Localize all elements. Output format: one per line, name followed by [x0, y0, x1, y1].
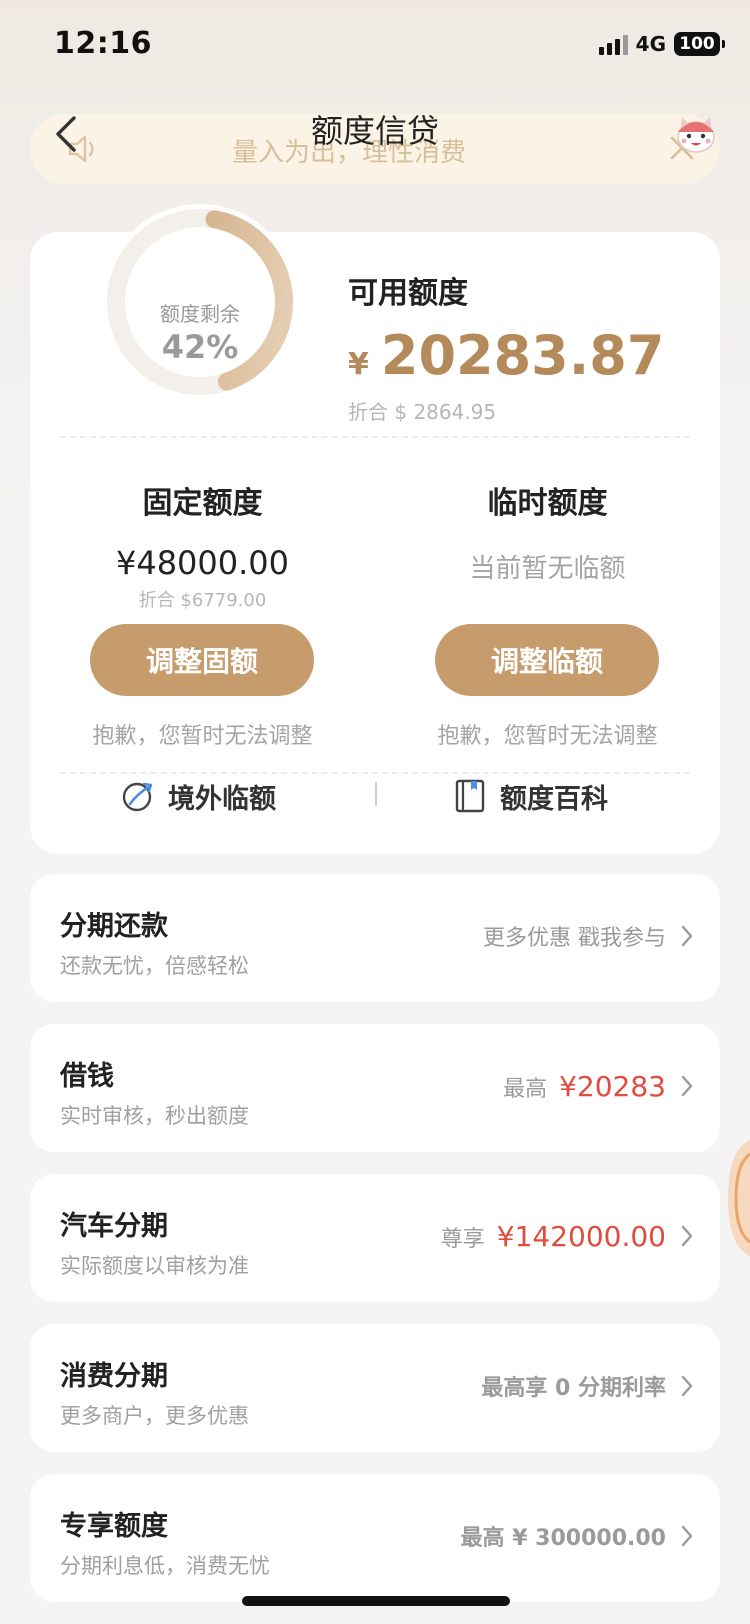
row-promo-label: 最高享 0 分期利率 [481, 1376, 666, 1401]
row-promo-label: 尊享 [440, 1227, 485, 1252]
home-indicator [242, 1596, 510, 1606]
link-divider [375, 782, 377, 806]
row-subtitle: 实际额度以审核为准 [60, 1254, 249, 1278]
list-item-consumer-installment[interactable]: 消费分期 更多商户，更多优惠 最高享 0 分期利率 [30, 1324, 720, 1452]
row-title: 消费分期 [60, 1361, 168, 1392]
status-bar: 12:16 4G 100 [0, 0, 750, 90]
row-promo-label: 更多优惠 戳我参与 [483, 926, 666, 951]
row-promo: 最高享 0 分期利率 [481, 1370, 666, 1402]
network-type: 4G [635, 32, 666, 56]
list-item-installment-repay[interactable]: 分期还款 还款无忧，倍感轻松 更多优惠 戳我参与 [30, 874, 720, 1002]
fixed-limit-section: 固定额度 ¥48000.00 折合 $6779.00 [30, 478, 375, 611]
chevron-right-icon [681, 1075, 693, 1097]
chevron-right-icon [681, 1225, 693, 1247]
page-title: 额度信贷 [310, 112, 439, 150]
temp-limit-note: 抱歉，您暂时无法调整 [437, 724, 658, 749]
list-item-borrow[interactable]: 借钱 实时审核，秒出额度 最高 ¥20283 [30, 1024, 720, 1152]
temp-limit-title: 临时额度 [487, 486, 608, 521]
available-amount-value: 20283.87 [380, 324, 665, 387]
wiki-link-label: 额度百科 [500, 783, 608, 815]
ring-label: 额度剩余 [160, 302, 240, 326]
row-promo: 最高 ¥ 300000.00 [461, 1520, 666, 1552]
adjust-temp-limit-button[interactable]: 调整临额 [435, 624, 659, 696]
overseas-temp-limit-link[interactable]: 境外临额 [120, 768, 276, 824]
fixed-limit-usd: 折合 $6779.00 [138, 590, 267, 611]
chevron-right-icon [681, 1375, 693, 1397]
available-amount: ¥20283.87 [348, 324, 664, 387]
available-usd: 折合 $ 2864.95 [348, 400, 497, 424]
row-promo: 最高 ¥20283 [503, 1070, 666, 1103]
battery-level: 100 [679, 34, 715, 54]
fixed-limit-title: 固定额度 [142, 486, 263, 521]
row-promo-value: ¥20283 [559, 1070, 666, 1103]
floating-badge-icon[interactable] [728, 1140, 750, 1256]
fixed-limit-note: 抱歉，您暂时无法调整 [92, 724, 313, 749]
divider [60, 436, 690, 438]
chevron-right-icon [681, 925, 693, 947]
row-promo-value: ¥142000.00 [496, 1220, 666, 1253]
row-promo-label: 最高 [503, 1077, 548, 1102]
row-subtitle: 分期利息低，消费无忧 [60, 1554, 270, 1578]
status-indicators: 4G 100 [598, 30, 725, 58]
globe-plane-icon [122, 782, 153, 812]
row-title: 汽车分期 [60, 1211, 168, 1242]
row-title: 专享额度 [60, 1511, 168, 1542]
battery-icon: 100 [674, 32, 725, 56]
overseas-link-label: 境外临额 [168, 783, 276, 815]
row-subtitle: 实时审核，秒出额度 [60, 1104, 249, 1128]
temp-limit-section: 临时额度 当前暂无临额 [375, 478, 720, 588]
chevron-right-icon [681, 1525, 693, 1547]
book-icon [455, 779, 485, 813]
list-item-car-installment[interactable]: 汽车分期 实际额度以审核为准 尊享 ¥142000.00 [30, 1174, 720, 1302]
fixed-limit-amount: ¥48000.00 [115, 544, 290, 582]
row-promo-label: 最高 ¥ 300000.00 [460, 1526, 666, 1551]
temp-limit-status: 当前暂无临额 [469, 554, 626, 584]
row-title: 分期还款 [60, 911, 168, 942]
list-item-exclusive-limit[interactable]: 专享额度 分期利息低，消费无忧 最高 ¥ 300000.00 [30, 1474, 720, 1602]
row-promo: 尊享 ¥142000.00 [441, 1220, 666, 1253]
currency-symbol: ¥ [348, 347, 369, 382]
row-subtitle: 还款无忧，倍感轻松 [60, 954, 249, 978]
row-subtitle: 更多商户，更多优惠 [60, 1404, 249, 1428]
mascot-icon[interactable] [672, 110, 720, 158]
credit-summary-card: 额度剩余 42% 可用额度 ¥20283.87 折合 $ 2864.95 固定额… [30, 204, 720, 854]
ring-value: 42% [161, 328, 239, 366]
row-promo: 更多优惠 戳我参与 [483, 920, 666, 952]
available-title: 可用额度 [348, 276, 468, 311]
row-title: 借钱 [60, 1061, 114, 1092]
limit-wiki-link[interactable]: 额度百科 [452, 768, 608, 824]
status-time: 12:16 [54, 26, 152, 61]
signal-icon [598, 33, 628, 55]
adjust-fixed-limit-button[interactable]: 调整固额 [90, 624, 314, 696]
